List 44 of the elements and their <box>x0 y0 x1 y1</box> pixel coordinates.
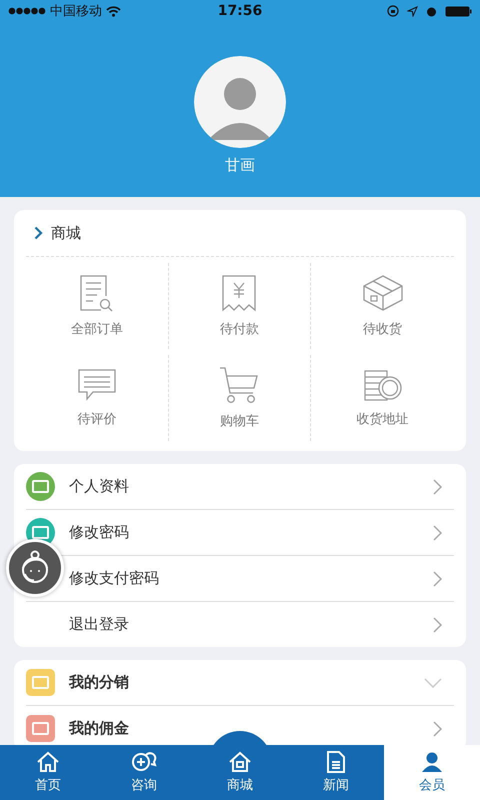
user-name: 甘画 <box>225 156 255 175</box>
shop-shortcut[interactable]: 待评价 <box>26 355 169 441</box>
shop-shortcut[interactable]: 待收货 <box>311 263 454 349</box>
menu-item[interactable]: 退出登录 <box>69 602 442 647</box>
tab[interactable]: 会员 <box>384 745 480 800</box>
menu-item[interactable]: 个人资料 <box>69 464 442 509</box>
tab[interactable]: 首页 <box>0 745 96 800</box>
person-icon <box>421 751 443 773</box>
receipt-icon <box>221 274 258 312</box>
coins-icon <box>362 368 404 402</box>
comment-icon <box>76 368 117 402</box>
chevron-right-icon <box>433 524 442 540</box>
shop-shortcut[interactable]: 全部订单 <box>26 263 169 349</box>
menu-row[interactable]: 我的分销 <box>26 660 454 706</box>
avatar[interactable] <box>194 56 286 148</box>
chevron-right-icon <box>433 720 442 736</box>
document-icon <box>326 751 346 773</box>
chat-icon <box>131 751 157 773</box>
menu-item[interactable]: 修改支付密码 <box>69 556 442 601</box>
shop-shortcut[interactable]: 待付款 <box>168 263 312 349</box>
menu-item[interactable]: 修改密码 <box>69 510 442 555</box>
wifi-icon <box>106 6 121 16</box>
tab[interactable]: 商城 <box>192 745 288 800</box>
shop-shortcut[interactable]: 购物车 <box>168 355 312 441</box>
chevron-right-icon <box>433 478 442 494</box>
location-icon <box>406 6 418 16</box>
chevron-down-icon <box>424 678 442 688</box>
cart-icon <box>219 366 260 404</box>
carrier-name: 中国移动 <box>50 3 102 20</box>
box-icon <box>362 274 404 312</box>
section-title: 商城 <box>51 224 81 242</box>
shop-shortcut[interactable]: 收货地址 <box>311 355 454 441</box>
battery-icon <box>444 6 472 16</box>
home-icon <box>36 751 60 773</box>
chevron-right-icon <box>34 226 43 240</box>
signal-icon <box>8 7 46 15</box>
status-time: 17:56 <box>218 3 262 19</box>
house-icon <box>228 751 252 773</box>
tab[interactable]: 咨询 <box>96 745 192 800</box>
rotation-lock-icon <box>386 5 399 17</box>
chevron-right-icon <box>433 570 442 586</box>
order-list-icon <box>78 274 115 312</box>
chevron-right-icon <box>433 616 442 632</box>
tab[interactable]: 新闻 <box>288 745 384 800</box>
